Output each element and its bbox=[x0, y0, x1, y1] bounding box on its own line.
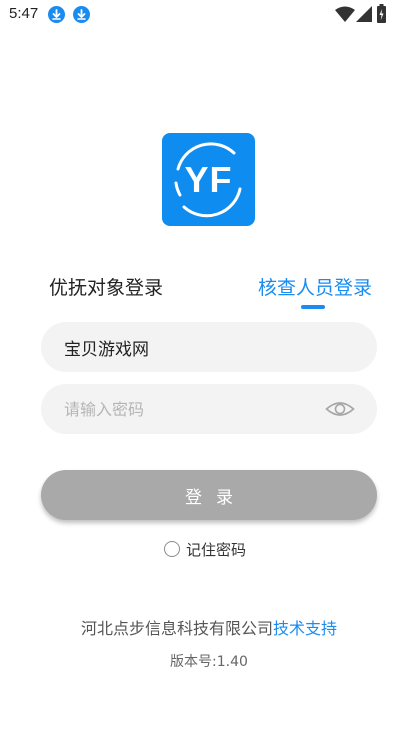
tab-inspector-login[interactable]: 核查人员登录 bbox=[258, 273, 372, 300]
remember-checkbox[interactable] bbox=[164, 541, 180, 557]
tab-beneficiary-login[interactable]: 优抚对象登录 bbox=[49, 273, 163, 300]
login-button[interactable]: 登录 bbox=[41, 470, 377, 520]
login-screen: 5:47 YF 优抚对象登录 核查人员登录 宝贝游戏网 登录 记住密码 河北点步… bbox=[0, 0, 418, 743]
username-field[interactable] bbox=[41, 322, 377, 372]
version-label: 版本号:1.40 bbox=[170, 654, 248, 670]
signal-icon bbox=[356, 6, 372, 22]
eye-icon[interactable] bbox=[325, 398, 355, 420]
password-field[interactable] bbox=[41, 384, 377, 434]
logo-text: YF bbox=[184, 158, 233, 200]
status-time: 5:47 bbox=[9, 5, 39, 22]
remember-password[interactable]: 记住密码 bbox=[164, 539, 246, 559]
remember-label: 记住密码 bbox=[186, 540, 247, 559]
password-input[interactable] bbox=[64, 384, 324, 434]
app-logo: YF bbox=[162, 133, 255, 226]
wifi-icon bbox=[335, 6, 355, 22]
download-icon bbox=[48, 6, 65, 23]
company-name: 河北点步信息科技有限公司 bbox=[80, 619, 273, 638]
footer-company-line: 河北点步信息科技有限公司技术支持 bbox=[0, 615, 418, 639]
status-bar: 5:47 bbox=[0, 0, 418, 30]
active-tab-indicator bbox=[301, 305, 325, 309]
battery-icon bbox=[377, 4, 386, 23]
tech-support-link[interactable]: 技术支持 bbox=[273, 619, 337, 638]
username-input[interactable] bbox=[64, 322, 324, 372]
download-icon bbox=[73, 6, 90, 23]
